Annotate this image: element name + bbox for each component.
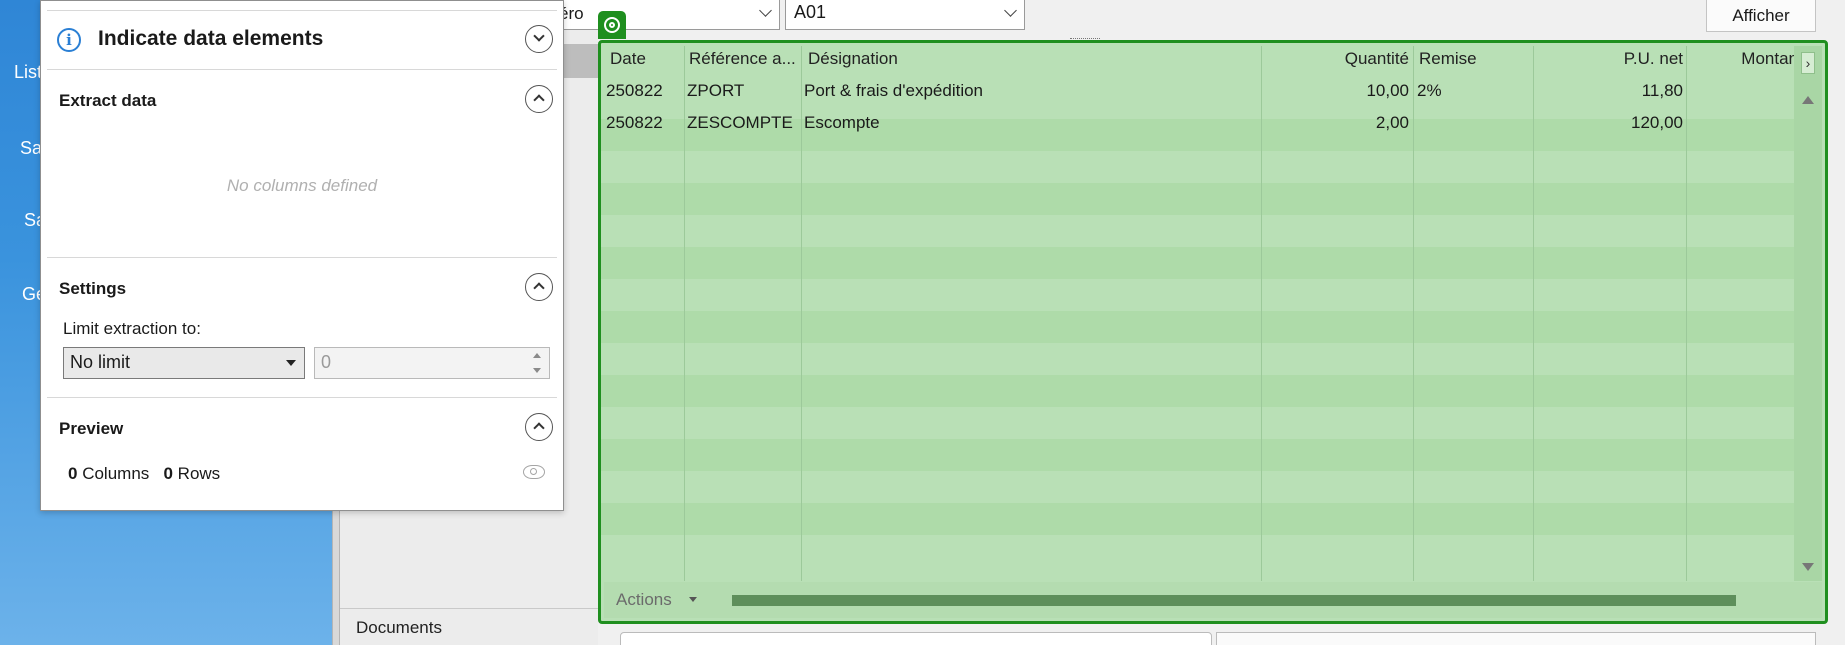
cell-date[interactable]: 250822 — [606, 113, 663, 133]
nav-item-sa-1[interactable]: Sa — [20, 138, 42, 159]
sidepanel-separator — [340, 608, 598, 609]
expand-indicate-button[interactable] — [525, 25, 553, 53]
no-columns-message: No columns defined — [226, 176, 378, 195]
scroll-right-button[interactable]: › — [1801, 52, 1815, 74]
cell-date[interactable]: 250822 — [606, 81, 663, 101]
data-grid[interactable]: Date Référence a... Désignation Quantité… — [598, 40, 1828, 624]
stepper-down-icon[interactable] — [533, 368, 541, 373]
summary-field — [1216, 632, 1816, 645]
grid-row-band — [601, 311, 1795, 343]
column-header-remise[interactable]: Remise — [1419, 49, 1477, 69]
scroll-up-icon[interactable] — [1802, 96, 1814, 104]
rows-count: 0 — [163, 464, 173, 483]
column-header-quantite[interactable]: Quantité — [1261, 49, 1409, 69]
summary-field — [620, 632, 1212, 645]
nav-item-list[interactable]: List — [14, 62, 42, 83]
column-header-reference[interactable]: Référence a... — [689, 49, 796, 69]
documents-label[interactable]: Documents — [356, 618, 442, 638]
column-header-designation[interactable]: Désignation — [808, 49, 898, 69]
limit-select-value: No limit — [70, 352, 131, 372]
actions-button[interactable]: Actions — [616, 590, 672, 610]
vertical-scrollbar[interactable]: › — [1794, 46, 1822, 581]
section-divider — [47, 10, 557, 11]
preview-title: Preview — [59, 419, 124, 438]
columns-count: 0 — [68, 464, 78, 483]
column-header-pu-net[interactable]: P.U. net — [1533, 49, 1683, 69]
section-divider — [47, 257, 557, 258]
collapse-preview-button[interactable] — [525, 413, 553, 441]
cell-designation[interactable]: Port & frais d'expédition — [804, 81, 983, 101]
limit-number-stepper[interactable]: 0 — [314, 347, 550, 379]
columns-label: Columns — [82, 464, 150, 483]
cell-pu-net[interactable]: 11,80 — [1533, 81, 1683, 101]
indicate-data-elements-title: Indicate data elements — [98, 27, 324, 50]
numero-dropdown[interactable]: éro — [540, 0, 780, 30]
extract-data-title: Extract data — [59, 91, 157, 110]
chevron-down-icon — [1004, 4, 1017, 17]
reference-value: A01 — [794, 2, 827, 22]
grid-row-band — [601, 439, 1795, 471]
column-header-montant[interactable]: Montan — [1686, 49, 1798, 69]
eye-icon[interactable] — [523, 465, 545, 479]
limit-extraction-select[interactable]: No limit — [63, 347, 305, 379]
limit-extraction-label: Limit extraction to: — [63, 319, 201, 338]
collapse-extract-button[interactable] — [525, 85, 553, 113]
scroll-down-icon[interactable] — [1802, 563, 1814, 571]
section-divider — [47, 69, 557, 70]
cell-reference[interactable]: ZPORT — [687, 81, 744, 101]
grid-row-band — [601, 375, 1795, 407]
info-icon: i — [57, 28, 81, 52]
horizontal-scrollbar-thumb[interactable] — [732, 595, 1736, 606]
caret-down-icon[interactable] — [689, 597, 697, 602]
target-icon — [598, 11, 626, 39]
grid-row-band — [601, 247, 1795, 279]
preview-counts: 0 Columns 0 Rows — [68, 464, 220, 484]
cell-designation[interactable]: Escompte — [804, 113, 880, 133]
cell-quantite[interactable]: 2,00 — [1261, 113, 1409, 133]
afficher-button[interactable]: Afficher — [1706, 0, 1816, 32]
column-divider — [1686, 46, 1687, 581]
cell-remise[interactable]: 2% — [1417, 81, 1442, 101]
grid-row-band — [601, 503, 1795, 535]
grid-footer: Actions — [604, 582, 1822, 618]
column-divider — [801, 46, 802, 581]
cell-reference[interactable]: ZESCOMPTE — [687, 113, 793, 133]
extraction-panel: i Indicate data elements Extract data No… — [40, 0, 564, 511]
reference-dropdown[interactable]: A01 — [785, 0, 1025, 30]
caret-down-icon — [286, 360, 296, 366]
section-divider — [47, 397, 557, 398]
collapse-settings-button[interactable] — [525, 273, 553, 301]
cell-pu-net[interactable]: 120,00 — [1533, 113, 1683, 133]
rows-label: Rows — [177, 464, 221, 483]
column-divider — [1413, 46, 1414, 581]
settings-title: Settings — [59, 279, 127, 298]
column-divider — [684, 46, 685, 581]
limit-number-value: 0 — [321, 352, 332, 372]
cell-quantite[interactable]: 10,00 — [1261, 81, 1409, 101]
grid-row-band — [601, 183, 1795, 215]
chevron-down-icon — [759, 4, 772, 17]
column-header-date[interactable]: Date — [610, 49, 646, 69]
stepper-up-icon[interactable] — [533, 353, 541, 358]
